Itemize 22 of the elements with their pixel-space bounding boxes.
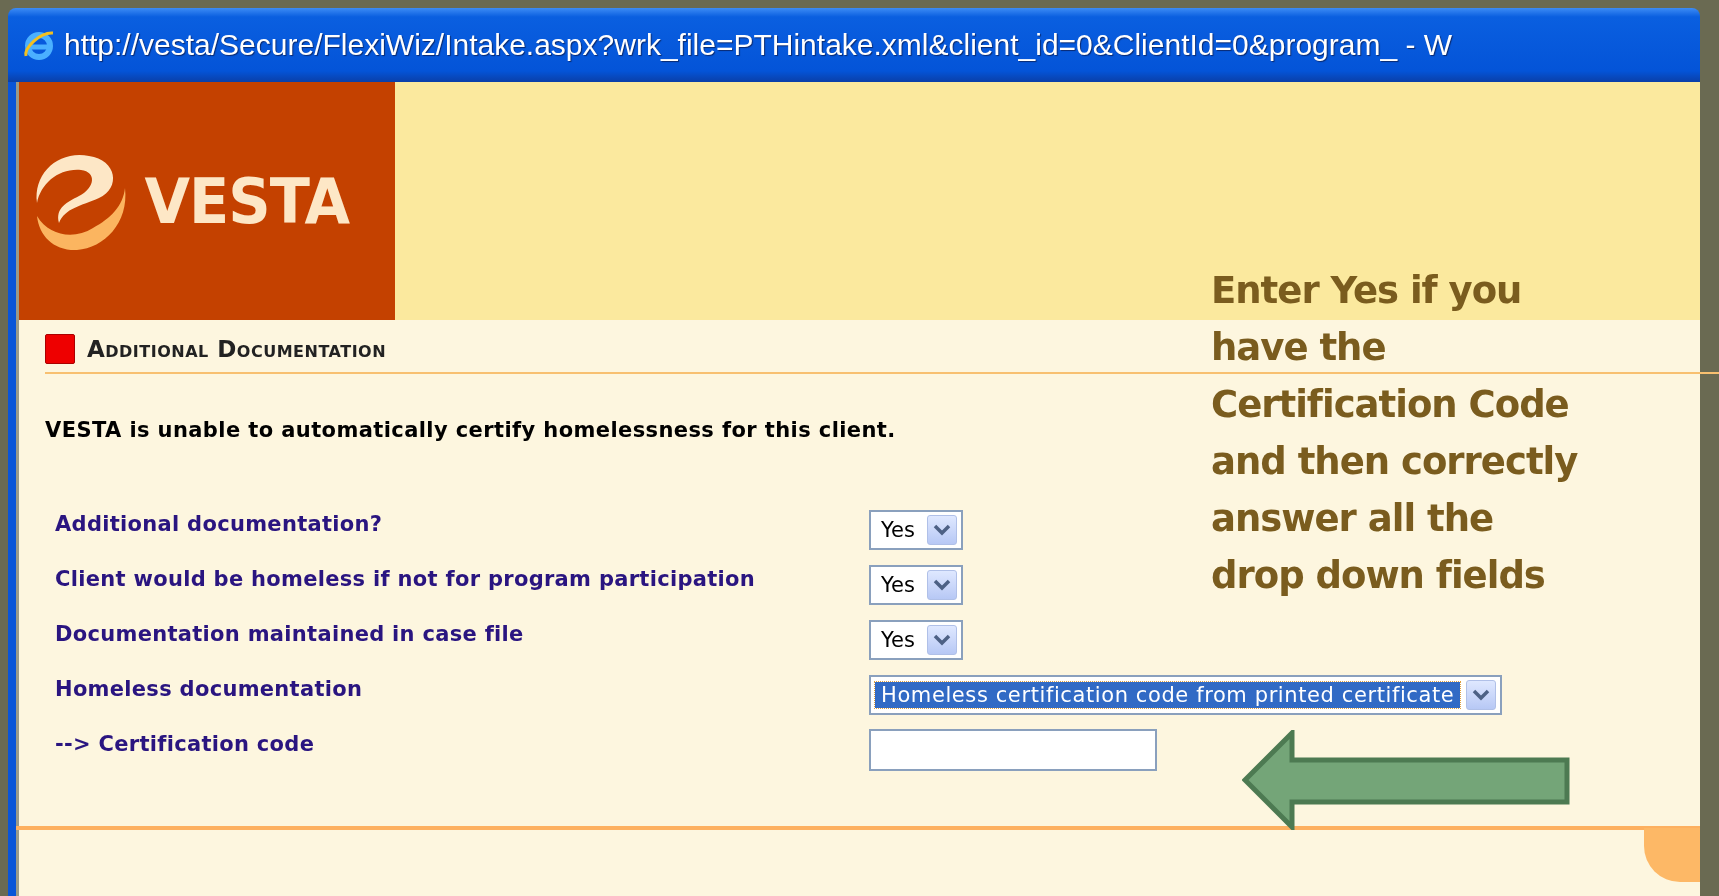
chevron-down-icon[interactable] — [1466, 679, 1497, 710]
chevron-down-icon[interactable] — [926, 569, 957, 600]
dropdown[interactable]: Yes — [869, 509, 963, 550]
section-title: Additional Documentation — [87, 336, 387, 362]
dropdown[interactable]: Homeless certification code from printed certificate — [869, 674, 1503, 715]
logo-text: VESTA — [144, 164, 350, 238]
browser-icon — [22, 28, 56, 62]
annotation-text: Enter Yes if you have the Certification Code and then correctly answer all the drop down fields — [1211, 268, 1578, 599]
field-label: Homeless documentation — [54, 676, 364, 701]
field-label: Client would be homeless if not for program participation — [54, 566, 757, 591]
window-title: http://vesta/Secure/FlexiWiz/Intake.aspx?wrk_file=PTHintake.xml&client_id=0&ClientId=0&program_ - W — [64, 28, 1453, 62]
chevron-down-icon[interactable] — [926, 514, 957, 545]
field-label: Additional documentation? — [54, 511, 384, 536]
dropdown[interactable]: Yes — [869, 564, 963, 605]
input-field[interactable] — [869, 728, 1157, 771]
field-label: Documentation maintained in case file — [54, 621, 525, 646]
left-arrow-icon — [1242, 730, 1572, 830]
section-marker-icon — [45, 334, 75, 364]
status-message: VESTA is unable to automatically certify homelessness for this client. — [45, 418, 897, 442]
dropdown[interactable]: Yes — [869, 619, 963, 660]
chevron-down-icon[interactable] — [926, 624, 957, 655]
field-label: --> Certification code — [54, 731, 316, 756]
